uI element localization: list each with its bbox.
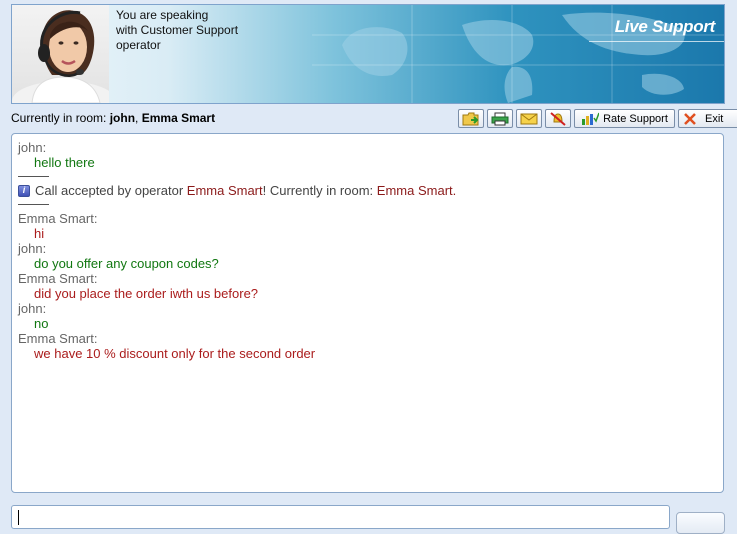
- save-transcript-button[interactable]: [458, 109, 484, 128]
- printer-icon: [491, 112, 509, 125]
- message-text: did you place the order iwth us before?: [34, 286, 259, 301]
- message-author: john:: [18, 140, 47, 155]
- rate-support-button[interactable]: Rate Support: [574, 109, 675, 128]
- chat-toolbar: Rate Support Exit: [458, 109, 737, 128]
- room-operator: Emma Smart: [141, 111, 216, 125]
- system-operator-name: Emma Smart: [186, 183, 263, 198]
- system-room-name: Emma Smart: [376, 183, 453, 198]
- speaking-with-text: You are speaking with Customer Support o…: [116, 8, 266, 53]
- message-author: john:: [18, 241, 47, 256]
- message-text: hi: [34, 226, 45, 241]
- message-separator: [18, 176, 49, 177]
- message-author: Emma Smart:: [18, 331, 98, 346]
- message-text: do you offer any coupon codes?: [34, 256, 219, 271]
- system-text-middle: ! Currently in room:: [262, 183, 374, 198]
- envelope-icon: [520, 113, 538, 124]
- message-input[interactable]: [11, 505, 670, 529]
- exit-button[interactable]: Exit: [678, 109, 737, 128]
- exit-label: Exit: [705, 112, 724, 125]
- bell-mute-icon: [550, 111, 566, 126]
- header-line-1: You are speaking: [116, 8, 209, 22]
- rate-support-label: Rate Support: [603, 112, 668, 125]
- system-text-prefix: Call accepted by operator: [35, 183, 184, 198]
- message-text: we have 10 % discount only for the secon…: [34, 346, 316, 361]
- system-text-end: .: [452, 183, 457, 198]
- room-separator: ,: [135, 111, 139, 125]
- message-author: Emma Smart:: [18, 271, 98, 286]
- header-banner: You are speaking with Customer Support o…: [11, 4, 725, 104]
- message-author: Emma Smart:: [18, 211, 98, 226]
- operator-photo: [12, 5, 109, 103]
- header-line-3: operator: [116, 38, 161, 52]
- info-icon: i: [18, 184, 30, 197]
- rating-bars-icon: [582, 112, 600, 125]
- message-text: hello there: [34, 155, 95, 170]
- current-room-status: Currently in room: john, Emma Smart: [11, 111, 215, 125]
- send-button[interactable]: [676, 512, 725, 534]
- chat-transcript[interactable]: john: hello there i Call accepted by ope…: [11, 133, 724, 493]
- text-caret: [18, 510, 19, 525]
- header-line-2: with Customer Support: [116, 23, 239, 37]
- close-x-icon: [684, 112, 696, 125]
- system-message: i Call accepted by operator Emma Smart! …: [18, 183, 723, 198]
- folder-arrow-icon: [462, 112, 479, 125]
- live-support-logo: Live Support: [614, 17, 716, 36]
- logo-underline: [589, 41, 724, 42]
- sound-toggle-button[interactable]: [545, 109, 571, 128]
- message-separator: [18, 204, 49, 205]
- room-user: john: [109, 111, 136, 125]
- message-author: john:: [18, 301, 47, 316]
- message-text: no: [34, 316, 49, 331]
- print-button[interactable]: [487, 109, 513, 128]
- room-prefix: Currently in room:: [11, 111, 107, 125]
- email-transcript-button[interactable]: [516, 109, 542, 128]
